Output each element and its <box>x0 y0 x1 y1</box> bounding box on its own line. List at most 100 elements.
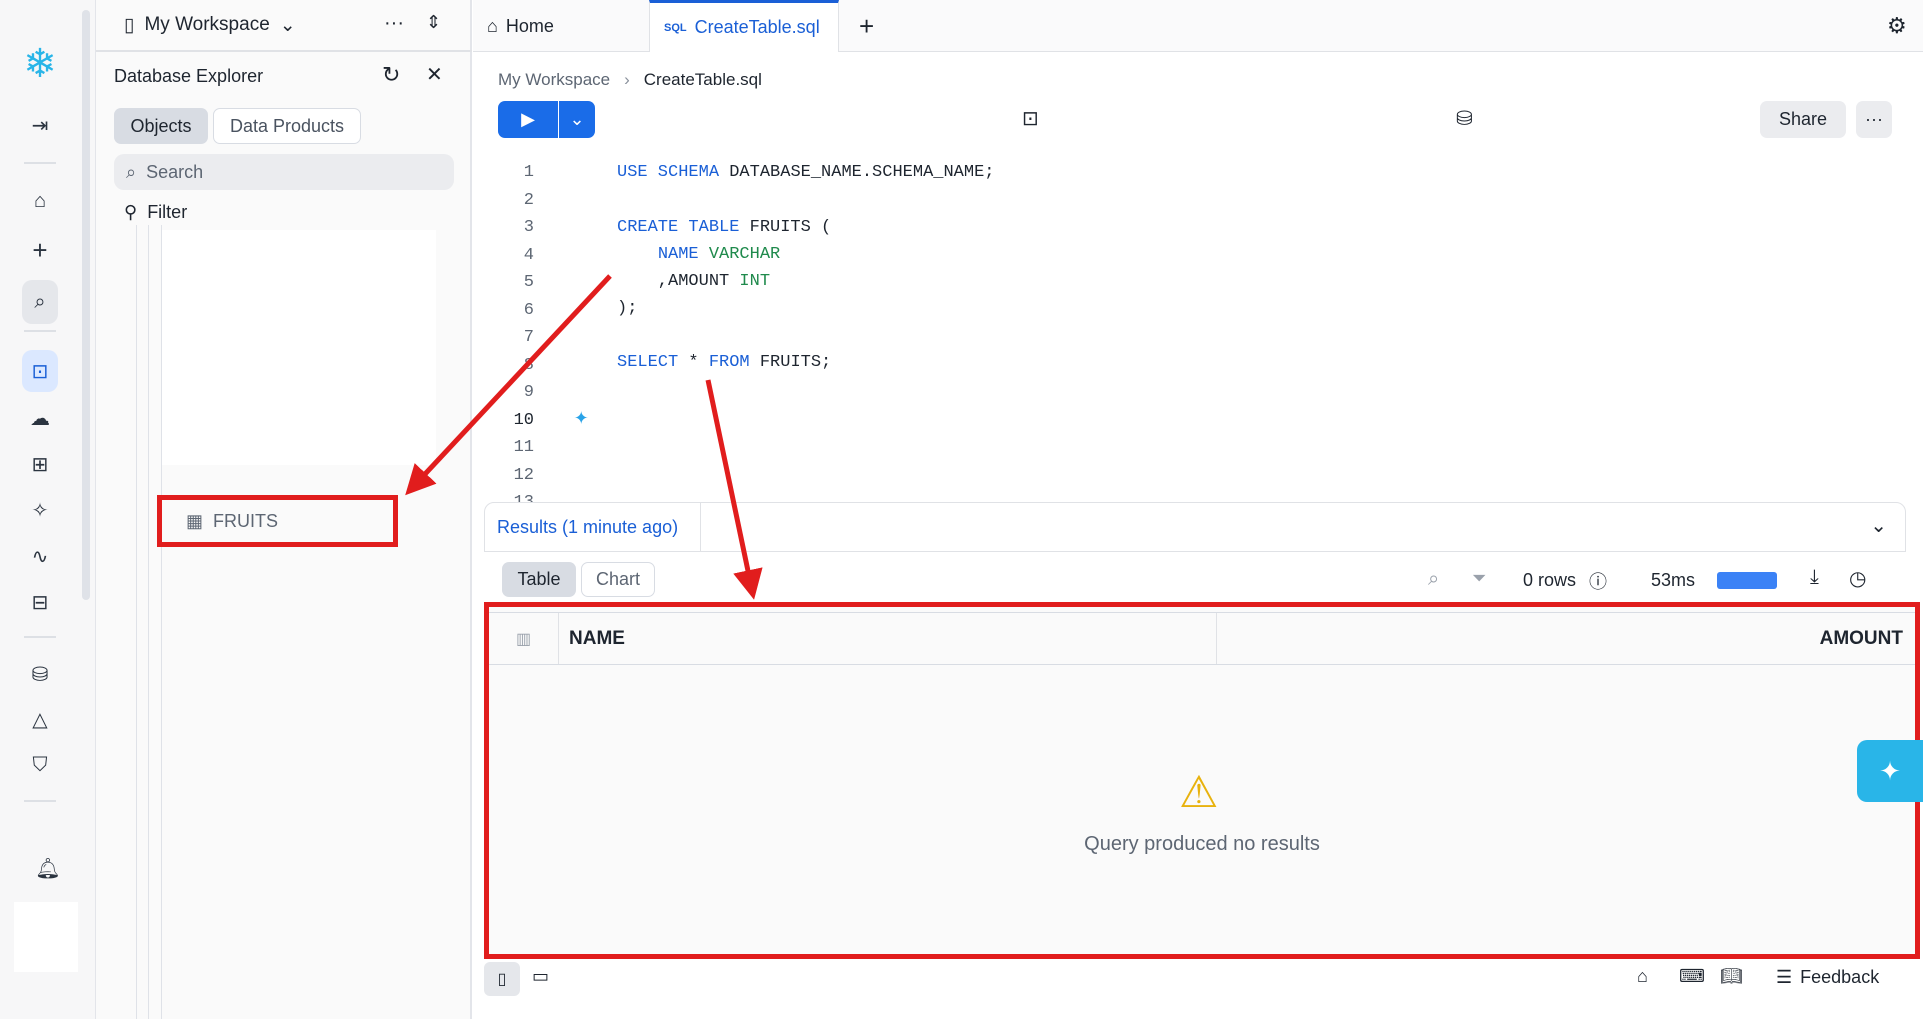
history-clock-icon[interactable]: ◷ <box>1849 566 1866 591</box>
ai-assistant-button[interactable]: ✦ <box>1857 740 1923 802</box>
breadcrumb-separator: › <box>624 70 630 89</box>
database-context-icon[interactable]: ⛁ <box>1456 106 1473 131</box>
database-explorer-panel: ▯ My Workspace ⌄ ··· ⇕ Database Explorer… <box>96 0 472 1019</box>
search-icon: ⌕ <box>126 161 137 182</box>
run-button[interactable]: ▶ <box>498 101 558 138</box>
home-icon[interactable]: ⌂ <box>22 183 58 219</box>
code-line: SELECT * FROM FRUITS; <box>617 353 832 372</box>
role-selector-icon[interactable]: ⊡ <box>1022 106 1039 131</box>
governance-icon[interactable]: △ <box>22 701 58 737</box>
row-count: 0 rows <box>1523 570 1577 590</box>
tab-home[interactable]: ⌂ Home <box>473 0 649 52</box>
line-number: 9 <box>523 383 534 402</box>
tree-area <box>162 230 436 465</box>
breadcrumb-current: CreateTable.sql <box>643 70 762 89</box>
close-panel-icon[interactable]: ✕ <box>426 62 443 87</box>
plus-icon[interactable]: + <box>22 232 58 268</box>
warning-icon: ⚠ <box>1179 768 1219 817</box>
ai-sparkle-icon[interactable]: ✧ <box>22 492 58 528</box>
divider <box>24 636 56 638</box>
line-number: 7 <box>523 328 534 347</box>
home-icon[interactable]: ⌂ <box>1637 966 1648 987</box>
settings-gear-icon[interactable]: ⚙ <box>1873 0 1921 52</box>
line-number: 10 <box>513 410 534 430</box>
collapse-results-icon[interactable]: ⌄ <box>1870 513 1887 538</box>
toggle-results-icon[interactable]: ▭ <box>532 966 549 987</box>
code-line: ,AMOUNT INT <box>617 272 771 291</box>
table-header: ▥ NAME AMOUNT <box>489 612 1915 665</box>
tab-objects[interactable]: Objects <box>114 108 208 144</box>
bell-icon[interactable]: 🔔︎ <box>30 850 66 886</box>
column-stats-icon[interactable]: ▥ <box>489 613 559 664</box>
run-options-dropdown[interactable]: ⌄ <box>559 101 595 138</box>
download-icon[interactable]: ⤓ <box>1810 566 1819 589</box>
filter-results-icon[interactable]: ⏷ <box>1472 568 1486 589</box>
toggle-sidebar-icon[interactable]: ▯ <box>484 962 520 996</box>
new-tab-button[interactable]: + <box>845 0 888 52</box>
info-icon[interactable]: ⓘ <box>1589 568 1607 594</box>
feedback-button[interactable]: ☰ Feedback <box>1776 967 1879 988</box>
results-table: ▥ NAME AMOUNT ⚠ Query produced no result… <box>484 602 1920 959</box>
table-icon: ▦ <box>186 510 204 531</box>
breadcrumb: My Workspace › CreateTable.sql <box>498 70 762 90</box>
tree-item-fruits[interactable]: ▦ FRUITS <box>157 495 398 547</box>
docs-book-icon[interactable]: 📖︎ <box>1720 966 1743 987</box>
divider <box>24 330 56 332</box>
more-icon[interactable]: ··· <box>384 12 404 35</box>
line-number: 4 <box>523 245 534 265</box>
line-number: 5 <box>523 273 534 292</box>
data-flow-icon[interactable]: ⊞ <box>22 446 58 482</box>
upload-icon[interactable]: ☁ <box>22 400 58 436</box>
feedback-icon: ☰ <box>1776 967 1793 987</box>
explorer-title: Database Explorer <box>114 66 264 86</box>
user-avatar[interactable] <box>14 902 78 972</box>
ai-sparkle-icon[interactable]: ✦ <box>574 402 588 432</box>
results-header: Results (1 minute ago) ⌄ <box>484 502 1906 552</box>
view-chart-button[interactable]: Chart <box>581 562 655 597</box>
line-number: 3 <box>523 218 534 237</box>
expand-icon[interactable]: ⇥ <box>22 107 58 143</box>
more-options-button[interactable]: ··· <box>1856 101 1892 138</box>
panel-icon: ▯ <box>124 14 135 36</box>
search-input[interactable]: ⌕ Search <box>114 154 454 190</box>
tab-data-products[interactable]: Data Products <box>213 108 361 144</box>
worksheet-icon[interactable]: ⊡ <box>22 350 58 392</box>
keyboard-icon[interactable]: ⌨ <box>1679 966 1705 987</box>
filter-label: Filter <box>147 202 188 222</box>
chevron-down-icon: ⌄ <box>279 14 296 36</box>
filter-button[interactable]: ⚲ Filter <box>124 202 187 223</box>
filter-icon: ⚲ <box>124 202 138 222</box>
column-header-name[interactable]: NAME <box>569 628 625 650</box>
view-table-button[interactable]: Table <box>502 562 576 597</box>
database-icon[interactable]: ⛁ <box>22 656 58 692</box>
tab-bar: ⌂ Home SQL CreateTable.sql + ⚙ <box>473 0 1923 52</box>
activity-icon[interactable]: ∿ <box>22 538 58 574</box>
home-icon: ⌂ <box>487 15 498 36</box>
breadcrumb-workspace[interactable]: My Workspace <box>498 70 610 90</box>
refresh-icon[interactable]: ↻ <box>382 62 400 88</box>
duration-bar-fill <box>1717 572 1777 589</box>
shield-icon[interactable]: ⛉ <box>22 747 58 783</box>
marketplace-icon[interactable]: ⊟ <box>22 584 58 620</box>
search-icon[interactable]: ⌕ <box>22 280 58 324</box>
share-button[interactable]: Share <box>1760 101 1846 138</box>
collapse-toggle-icon[interactable]: ⇕ <box>426 12 441 33</box>
line-number: 6 <box>523 300 534 320</box>
tab-createtable-sql[interactable]: SQL CreateTable.sql <box>649 0 839 52</box>
results-tab[interactable]: Results (1 minute ago) <box>485 503 701 551</box>
query-duration: 53ms <box>1651 570 1696 590</box>
line-number: 2 <box>523 190 534 210</box>
code-line: ); <box>617 299 638 318</box>
search-placeholder: Search <box>146 161 204 182</box>
snowflake-logo[interactable]: ❄ <box>22 42 58 86</box>
rail-scrollbar[interactable] <box>82 10 90 600</box>
workspace-selector[interactable]: ▯ My Workspace ⌄ <box>96 0 472 52</box>
search-results-icon[interactable]: ⌕ <box>1428 568 1439 591</box>
empty-results-message: Query produced no results <box>1084 833 1320 855</box>
line-number: 12 <box>513 465 534 485</box>
duration-bar <box>1717 572 1777 589</box>
column-divider <box>1216 613 1217 664</box>
line-number: 8 <box>523 355 534 375</box>
tab-label: CreateTable.sql <box>694 17 820 37</box>
column-header-amount[interactable]: AMOUNT <box>1820 628 1903 650</box>
